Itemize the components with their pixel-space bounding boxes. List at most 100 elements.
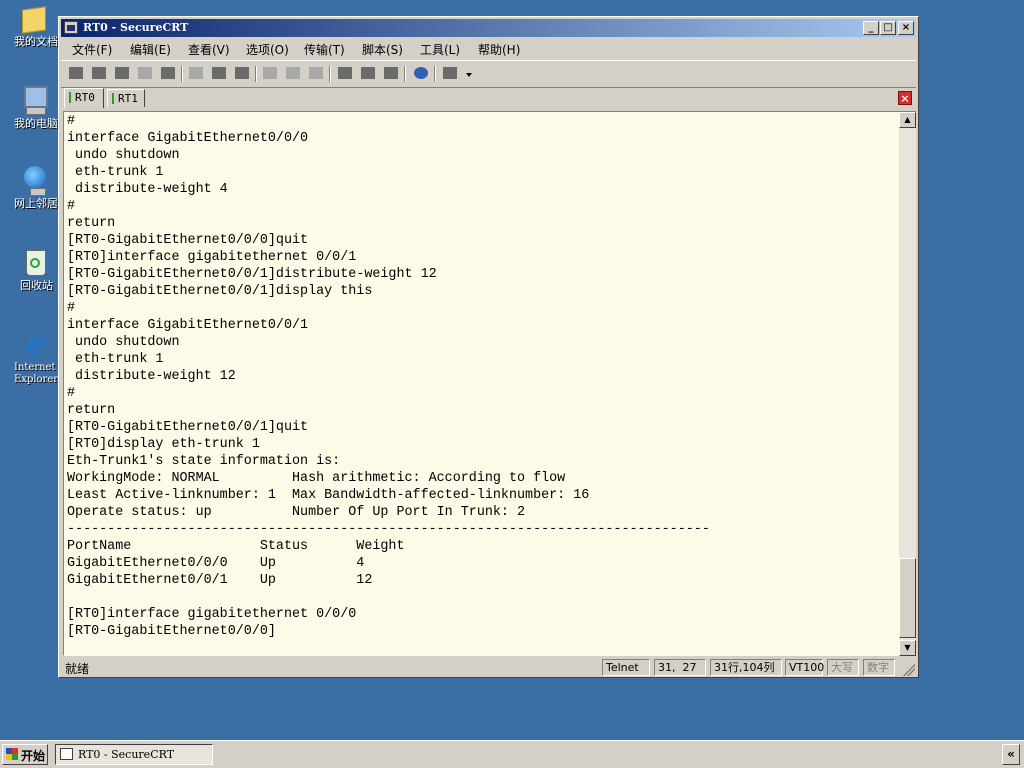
- terminal-line: #: [67, 386, 76, 401]
- terminal-line: GigabitEthernet0/0/1 Up 12: [67, 573, 373, 588]
- global-options-icon[interactable]: [359, 65, 377, 81]
- toolbar-separator: [255, 66, 257, 82]
- terminal-line: [RT0-GigabitEthernet0/0/0]quit: [67, 233, 309, 248]
- windows-flag-icon: [6, 748, 18, 760]
- start-label: 开始: [21, 749, 46, 763]
- status-bar: 就绪 Telnet 31, 27 31行,104列 VT100 大写 数字: [61, 658, 916, 677]
- connect-icon[interactable]: [67, 65, 85, 81]
- terminal-line: [RT0-GigabitEthernet0/0/1]quit: [67, 420, 309, 435]
- tab-rt0[interactable]: RT0: [64, 88, 104, 108]
- terminal-line: interface GigabitEthernet0/0/0: [67, 131, 309, 146]
- terminal-line: ----------------------------------------…: [67, 522, 710, 537]
- terminal-line: #: [67, 114, 76, 129]
- menu-bar: 文件(F) 编辑(E) 查看(V) 选项(O) 传输(T) 脚本(S) 工具(L…: [61, 38, 916, 58]
- menu-edit[interactable]: 编辑(E): [130, 41, 171, 58]
- connected-indicator-icon: [112, 93, 114, 104]
- vertical-scrollbar[interactable]: ▲ ▼: [899, 111, 916, 656]
- start-button[interactable]: 开始: [2, 744, 48, 765]
- desktop-icon-label: 我的文档: [14, 35, 58, 48]
- status-rows-cols: 31行,104列: [710, 659, 782, 676]
- terminal-line: Operate status: up Number Of Up Port In …: [67, 505, 526, 520]
- terminal-line: eth-trunk 1: [67, 352, 164, 367]
- minimize-button[interactable]: _: [863, 21, 879, 35]
- status-protocol: Telnet: [602, 659, 650, 676]
- folder-icon: [16, 2, 48, 34]
- status-num-lock: 数字: [863, 659, 895, 676]
- tab-label: RT1: [118, 92, 138, 105]
- terminal-line: [RT0-GigabitEthernet0/0/0]: [67, 624, 276, 639]
- desktop-icon-label: Internet Explorer: [14, 362, 59, 385]
- title-bar[interactable]: RT0 - SecureCRT _ □ ×: [61, 19, 916, 37]
- menu-tools[interactable]: 工具(L): [420, 41, 460, 58]
- terminal-line: undo shutdown: [67, 148, 180, 163]
- desktop-icon-ie[interactable]: e Internet Explorer: [6, 328, 58, 386]
- desktop-icon-label: 回收站: [20, 279, 53, 292]
- securecrt-app-icon: [60, 748, 73, 760]
- connected-indicator-icon: [69, 92, 71, 103]
- taskbar-item-label: RT0 - SecureCRT: [78, 748, 175, 761]
- menu-file[interactable]: 文件(F): [72, 41, 112, 58]
- terminal-line: Eth-Trunk1's state information is:: [67, 454, 341, 469]
- desktop-icon-my-documents[interactable]: 我的文档: [6, 2, 58, 48]
- status-emulation: VT100: [785, 659, 824, 676]
- connect-in-tab-icon[interactable]: [113, 65, 131, 81]
- print-selection-icon[interactable]: [284, 65, 302, 81]
- desktop-icon-label: 我的电脑: [14, 117, 58, 130]
- menu-transfer[interactable]: 传输(T): [304, 41, 345, 58]
- desktop-icon-my-computer[interactable]: 我的电脑: [6, 84, 58, 130]
- desktop-icon-label: 网上邻居: [14, 197, 58, 210]
- scroll-down-icon[interactable]: ▼: [899, 640, 916, 656]
- menu-view[interactable]: 查看(V): [188, 41, 230, 58]
- resize-grip-icon[interactable]: [903, 664, 915, 676]
- terminal-line: eth-trunk 1: [67, 165, 164, 180]
- toolbar: [61, 60, 916, 88]
- scrollbar-thumb[interactable]: [899, 558, 916, 638]
- help-icon[interactable]: [412, 65, 430, 81]
- taskbar-item-securecrt[interactable]: RT0 - SecureCRT: [55, 744, 213, 765]
- disconnect-icon[interactable]: [159, 65, 177, 81]
- quick-connect-icon[interactable]: [90, 65, 108, 81]
- terminal-line: undo shutdown: [67, 335, 180, 350]
- sftp-icon[interactable]: [441, 65, 459, 81]
- toolbar-separator: [434, 66, 436, 82]
- terminal-line: Least Active-linknumber: 1 Max Bandwidth…: [67, 488, 590, 503]
- maximize-button[interactable]: □: [880, 21, 896, 35]
- session-tab-bar: RT0 RT1 ×: [61, 88, 916, 108]
- printer-icon[interactable]: [307, 65, 325, 81]
- find-icon[interactable]: [233, 65, 251, 81]
- terminal-text: # interface GigabitEthernet0/0/0 undo shu…: [67, 113, 710, 640]
- terminal-line: [RT0]display eth-trunk 1: [67, 437, 260, 452]
- session-options-icon[interactable]: [336, 65, 354, 81]
- toolbar-overflow-icon[interactable]: [464, 65, 474, 81]
- paste-icon[interactable]: [210, 65, 228, 81]
- terminal-line: interface GigabitEthernet0/0/1: [67, 318, 309, 333]
- desktop-icon-network[interactable]: 网上邻居: [6, 164, 58, 210]
- desktop-icon-recycle-bin[interactable]: 回收站: [6, 246, 58, 292]
- reconnect-icon[interactable]: [136, 65, 154, 81]
- status-caps-lock: 大写: [827, 659, 859, 676]
- close-button[interactable]: ×: [898, 21, 914, 35]
- terminal-line: PortName Status Weight: [67, 539, 405, 554]
- menu-help[interactable]: 帮助(H): [478, 41, 520, 58]
- ie-icon: e: [26, 327, 46, 362]
- terminal-line: [RT0-GigabitEthernet0/0/1]distribute-wei…: [67, 267, 437, 282]
- menu-options[interactable]: 选项(O): [246, 41, 289, 58]
- menu-script[interactable]: 脚本(S): [362, 41, 403, 58]
- tray-expand-button[interactable]: «: [1002, 744, 1020, 765]
- terminal-line: return: [67, 216, 116, 231]
- terminal-line: #: [67, 301, 76, 316]
- securecrt-app-icon[interactable]: [64, 21, 78, 34]
- close-tab-icon[interactable]: ×: [898, 91, 912, 105]
- taskbar: 开始 RT0 - SecureCRT «: [0, 740, 1024, 768]
- tab-rt1[interactable]: RT1: [107, 89, 145, 107]
- toolbar-separator: [404, 66, 406, 82]
- status-ready: 就绪: [65, 662, 90, 676]
- copy-icon[interactable]: [187, 65, 205, 81]
- terminal-output[interactable]: # interface GigabitEthernet0/0/0 undo shu…: [63, 111, 899, 656]
- terminal-line: #: [67, 199, 76, 214]
- keymap-icon[interactable]: [382, 65, 400, 81]
- toolbar-separator: [329, 66, 331, 82]
- print-icon[interactable]: [261, 65, 279, 81]
- scroll-up-icon[interactable]: ▲: [899, 112, 916, 128]
